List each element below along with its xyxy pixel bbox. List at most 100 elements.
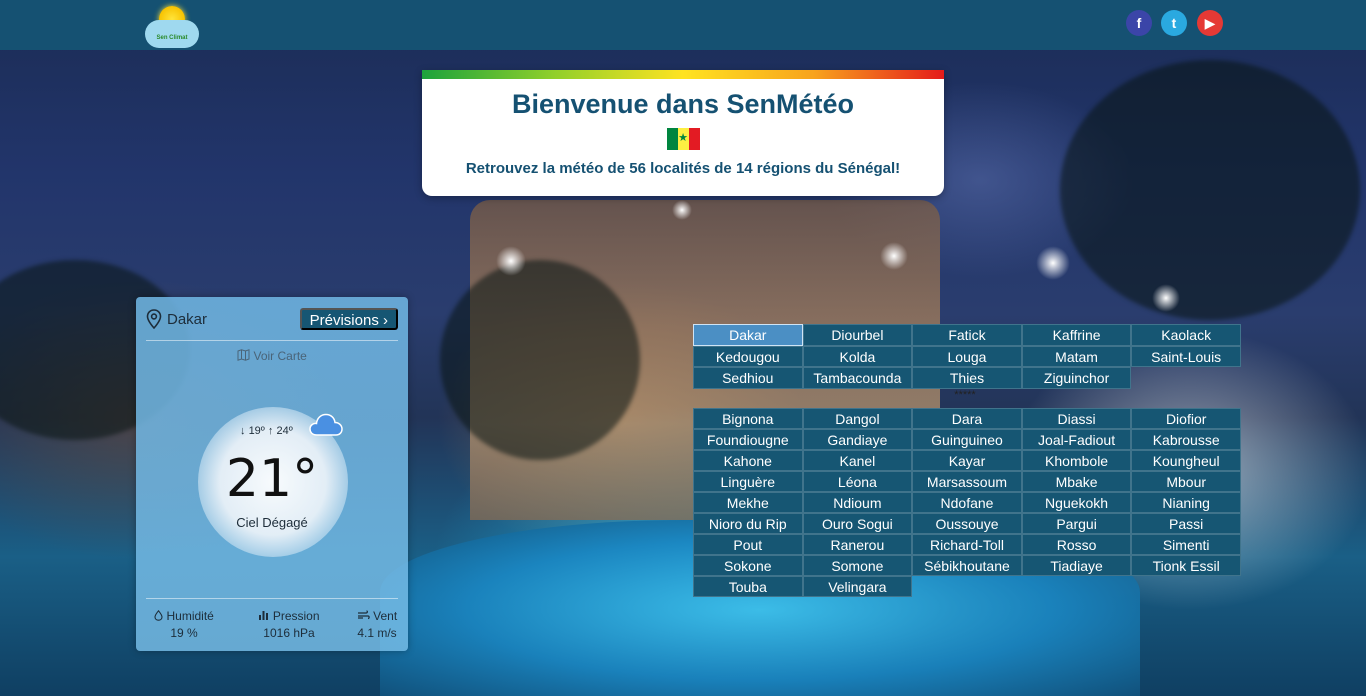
senegal-flag-icon — [666, 128, 700, 150]
palm-tree — [1060, 60, 1360, 320]
locality-button-sebikhoutane[interactable]: Sébikhoutane — [912, 555, 1022, 576]
facebook-icon[interactable]: f — [1126, 10, 1152, 36]
chevron-right-icon: › — [383, 312, 388, 329]
locality-button-diassi[interactable]: Diassi — [1021, 408, 1132, 429]
locality-button-kabrousse[interactable]: Kabrousse — [1131, 429, 1241, 450]
forecast-button-label: Prévisions — [309, 312, 379, 329]
weather-condition: Ciel Dégagé — [236, 515, 308, 530]
locality-button-somone[interactable]: Somone — [802, 555, 913, 576]
locality-button-tiadiaye[interactable]: Tiadiaye — [1021, 555, 1132, 576]
locality-button-mbake[interactable]: Mbake — [1021, 471, 1132, 492]
pressure-value: 1016 hPa — [263, 626, 315, 640]
locality-button-velingara[interactable]: Velingara — [802, 576, 913, 597]
lamp-light — [1036, 246, 1070, 280]
region-button-kaolack[interactable]: Kaolack — [1131, 324, 1241, 346]
region-button-ziguinchor[interactable]: Ziguinchor — [1021, 367, 1132, 389]
locality-button-richard-toll[interactable]: Richard-Toll — [912, 534, 1022, 555]
wind-stat: Vent 4.1 m/s — [351, 609, 403, 640]
lamp-light — [496, 246, 526, 276]
site-logo[interactable]: Sen Climat — [143, 2, 201, 48]
locality-button-touba[interactable]: Touba — [693, 576, 803, 597]
locality-button-kahone[interactable]: Kahone — [693, 450, 803, 471]
locality-button-passi[interactable]: Passi — [1131, 513, 1241, 534]
region-button-dakar[interactable]: Dakar — [693, 324, 803, 346]
region-button-louga[interactable]: Louga — [912, 345, 1022, 367]
locality-button-kanel[interactable]: Kanel — [802, 450, 913, 471]
humidity-stat: Humidité 19 % — [148, 609, 220, 640]
humidity-value: 19 % — [170, 626, 198, 640]
locality-button-leona[interactable]: Léona — [802, 471, 913, 492]
welcome-card: Bienvenue dans SenMétéo Retrouvez la mét… — [422, 70, 944, 196]
locality-button-sokone[interactable]: Sokone — [693, 555, 803, 576]
locality-button-ndofane[interactable]: Ndofane — [912, 492, 1022, 513]
locality-button-dangol[interactable]: Dangol — [802, 408, 913, 429]
region-button-kolda[interactable]: Kolda — [802, 345, 913, 367]
lamp-light — [1152, 284, 1180, 312]
locality-button-bignona[interactable]: Bignona — [693, 408, 803, 429]
weather-header: Dakar Prévisions › — [146, 307, 398, 341]
view-map-link[interactable]: Voir Carte — [136, 349, 408, 363]
weather-card: Dakar Prévisions › Voir Carte ↓ 19º ↑ 24… — [136, 297, 408, 651]
region-button-thies[interactable]: Thies — [912, 367, 1022, 389]
locality-button-nioro-du-rip[interactable]: Nioro du Rip — [693, 513, 803, 534]
separator: ***** — [954, 389, 976, 401]
lamp-light — [880, 242, 908, 270]
locality-button-linguere[interactable]: Linguère — [693, 471, 803, 492]
max-temperature: 24º — [276, 425, 293, 437]
youtube-icon[interactable]: ▶ — [1197, 10, 1223, 36]
droplet-icon — [154, 609, 166, 623]
locality-button-simenti[interactable]: Simenti — [1131, 534, 1241, 555]
top-bar: Sen Climat f t ▶ — [0, 0, 1366, 50]
locality-button-nianing[interactable]: Nianing — [1131, 492, 1241, 513]
welcome-subtitle: Retrouvez la météo de 56 localités de 14… — [465, 160, 901, 177]
locality-button-gandiaye[interactable]: Gandiaye — [802, 429, 913, 450]
map-icon — [237, 349, 253, 363]
city-name: Dakar — [167, 311, 208, 328]
locality-button-diofior[interactable]: Diofior — [1131, 408, 1241, 429]
arrow-down-icon: ↓ — [240, 425, 246, 437]
twitter-icon[interactable]: t — [1161, 10, 1187, 36]
locality-button-mbour[interactable]: Mbour — [1131, 471, 1241, 492]
locality-button-pargui[interactable]: Pargui — [1021, 513, 1132, 534]
locality-button-ndioum[interactable]: Ndioum — [802, 492, 913, 513]
current-temperature: 21° — [225, 449, 319, 509]
locality-button-joal-fadiout[interactable]: Joal-Fadiout — [1021, 429, 1132, 450]
region-button-kedougou[interactable]: Kedougou — [693, 345, 803, 367]
pressure-stat: Pression 1016 hPa — [249, 609, 329, 640]
region-button-tambacounda[interactable]: Tambacounda — [802, 367, 913, 389]
locality-button-ranerou[interactable]: Ranerou — [802, 534, 913, 555]
locality-button-nguekokh[interactable]: Nguekokh — [1021, 492, 1132, 513]
locality-button-guinguineo[interactable]: Guinguineo — [912, 429, 1022, 450]
locality-button-marsassoum[interactable]: Marsassoum — [912, 471, 1022, 492]
region-button-kaffrine[interactable]: Kaffrine — [1021, 324, 1132, 346]
locality-button-kayar[interactable]: Kayar — [912, 450, 1022, 471]
locality-button-oussouye[interactable]: Oussouye — [912, 513, 1022, 534]
locality-button-koungheul[interactable]: Koungheul — [1131, 450, 1241, 471]
locality-button-rosso[interactable]: Rosso — [1021, 534, 1132, 555]
logo-text: Sen Climat — [156, 35, 188, 41]
welcome-title: Bienvenue dans SenMétéo — [511, 89, 855, 119]
cloud-icon — [145, 20, 199, 48]
pressure-label: Pression — [272, 609, 320, 623]
locality-button-pout[interactable]: Pout — [693, 534, 803, 555]
locality-button-tionk-essil[interactable]: Tionk Essil — [1131, 555, 1241, 576]
locality-button-khombole[interactable]: Khombole — [1021, 450, 1132, 471]
cloud-icon — [309, 413, 343, 436]
min-max-temperature: ↓ 19º ↑ 24º — [240, 425, 293, 437]
region-button-matam[interactable]: Matam — [1021, 345, 1132, 367]
locality-button-foundiougne[interactable]: Foundiougne — [693, 429, 803, 450]
lamp-light — [672, 200, 692, 220]
locality-grid: Bignona Dangol Dara Diassi Diofior Foundiougn… — [693, 408, 1241, 597]
region-button-fatick[interactable]: Fatick — [912, 324, 1022, 346]
humidity-label: Humidité — [166, 609, 214, 623]
region-button-sedhiou[interactable]: Sedhiou — [693, 367, 803, 389]
region-button-saint-louis[interactable]: Saint-Louis — [1131, 345, 1241, 367]
bar-chart-icon — [258, 609, 272, 623]
locality-button-dara[interactable]: Dara — [912, 408, 1022, 429]
arrow-up-icon: ↑ — [267, 425, 274, 437]
region-button-diourbel[interactable]: Diourbel — [802, 324, 913, 346]
locality-button-mekhe[interactable]: Mekhe — [693, 492, 803, 513]
locality-button-ouro-sogui[interactable]: Ouro Sogui — [802, 513, 913, 534]
forecast-button[interactable]: Prévisions › — [299, 308, 398, 330]
wind-label: Vent — [373, 609, 398, 623]
